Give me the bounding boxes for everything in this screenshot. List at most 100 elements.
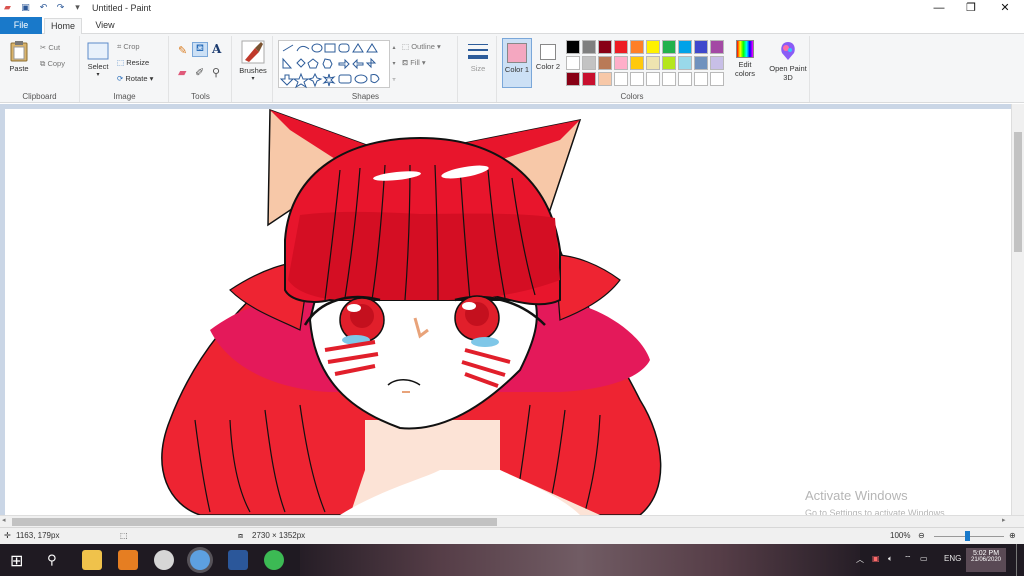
palette-swatch[interactable] xyxy=(630,72,644,86)
palette-swatch[interactable] xyxy=(614,72,628,86)
resize-icon: ⬚ xyxy=(117,58,125,67)
vertical-scrollbar[interactable] xyxy=(1011,104,1024,515)
color-picker-icon[interactable]: ✐ xyxy=(195,66,204,79)
eraser-icon[interactable]: ▰ xyxy=(178,66,186,79)
shapes-gallery-icons xyxy=(279,43,380,89)
resize-button[interactable]: ⬚ Resize xyxy=(117,58,149,67)
scroll-left-icon[interactable]: ◂ xyxy=(2,516,6,524)
open-paint3d-button[interactable]: Open Paint 3D xyxy=(768,40,808,82)
color2-button[interactable]: Color 2 xyxy=(534,38,562,88)
palette-swatch[interactable] xyxy=(662,56,676,70)
palette-swatch[interactable] xyxy=(694,72,708,86)
vertical-scroll-thumb[interactable] xyxy=(1014,132,1022,252)
outline-button[interactable]: ⬚ Outline ▾ xyxy=(402,42,441,51)
undo-icon[interactable]: ↶ xyxy=(38,2,49,13)
outline-label: Outline xyxy=(411,42,435,51)
palette-swatch[interactable] xyxy=(662,40,676,54)
color1-button[interactable]: Color 1 xyxy=(502,38,532,88)
brushes-button[interactable]: Brushes ▾ xyxy=(236,40,270,82)
paste-button[interactable]: Paste xyxy=(6,40,32,73)
horizontal-scroll-thumb[interactable] xyxy=(12,518,497,526)
palette-swatch[interactable] xyxy=(694,56,708,70)
palette-swatch[interactable] xyxy=(614,40,628,54)
paint-active-icon[interactable] xyxy=(190,550,210,570)
palette-swatch[interactable] xyxy=(646,72,660,86)
palette-swatch[interactable] xyxy=(710,56,724,70)
edit-colors-button[interactable]: Edit colors xyxy=(730,40,760,78)
palette-swatch[interactable] xyxy=(646,56,660,70)
palette-swatch[interactable] xyxy=(646,40,660,54)
customize-qat-icon[interactable]: ▾ xyxy=(72,2,83,13)
language-indicator[interactable]: ENG xyxy=(944,554,961,563)
select-dropdown-icon[interactable]: ▾ xyxy=(84,71,112,78)
minimize-icon[interactable]: — xyxy=(922,0,956,17)
tab-file[interactable]: File xyxy=(0,17,42,34)
palette-swatch[interactable] xyxy=(582,56,596,70)
palette-swatch[interactable] xyxy=(598,72,612,86)
palette-swatch[interactable] xyxy=(678,56,692,70)
word-icon[interactable] xyxy=(228,550,248,570)
drawing-canvas[interactable] xyxy=(5,109,1011,515)
palette-swatch[interactable] xyxy=(678,72,692,86)
file-explorer-icon[interactable] xyxy=(82,550,102,570)
window-title: Untitled - Paint xyxy=(92,3,152,13)
chrome-icon[interactable] xyxy=(264,550,284,570)
palette-swatch[interactable] xyxy=(566,56,580,70)
palette-swatch[interactable] xyxy=(614,56,628,70)
rotate-button[interactable]: ⟳ Rotate ▾ xyxy=(117,74,153,83)
palette-swatch[interactable] xyxy=(710,72,724,86)
palette-swatch[interactable] xyxy=(598,40,612,54)
colors-group: Color 1 Color 2 Edit colors Colors xyxy=(500,36,764,102)
paint-taskbar-icon[interactable] xyxy=(154,550,174,570)
shapes-gallery[interactable] xyxy=(278,40,390,89)
brushes-label: Brushes xyxy=(239,66,267,75)
pencil-icon[interactable]: ✎ xyxy=(178,44,187,57)
palette-swatch[interactable] xyxy=(598,56,612,70)
battery-icon[interactable]: ▭ xyxy=(920,554,928,563)
zoom-out-icon[interactable]: ⊖ xyxy=(918,531,925,540)
palette-swatch[interactable] xyxy=(678,40,692,54)
magnifier-icon[interactable]: ⚲ xyxy=(212,66,220,79)
zoom-in-icon[interactable]: ⊕ xyxy=(1009,531,1016,540)
media-app-icon[interactable] xyxy=(118,550,138,570)
tray-chevron-icon[interactable]: ︿ xyxy=(856,554,864,565)
shapes-scroll[interactable]: ▴ ▾ ▿ xyxy=(390,40,398,88)
close-icon[interactable]: ✕ xyxy=(988,0,1022,17)
tray-app-icon[interactable]: ▣ xyxy=(872,554,880,563)
redo-icon[interactable]: ↷ xyxy=(55,2,66,13)
palette-swatch[interactable] xyxy=(710,40,724,54)
search-icon[interactable]: ⚲ xyxy=(47,552,57,568)
select-button[interactable]: Select ▾ xyxy=(84,42,112,78)
palette-swatch[interactable] xyxy=(566,72,580,86)
cut-button[interactable]: ✂ Cut xyxy=(40,43,60,52)
restore-icon[interactable]: ❐ xyxy=(954,0,988,17)
size-button[interactable]: Size xyxy=(463,42,493,73)
scroll-right-icon[interactable]: ▸ xyxy=(1002,516,1006,524)
tab-home[interactable]: Home xyxy=(44,18,82,34)
copy-button[interactable]: ⧉ Copy xyxy=(40,59,65,69)
line-size-icon xyxy=(468,44,488,59)
volume-icon[interactable]: 🔈︎ xyxy=(888,554,893,564)
crop-button[interactable]: ⌗ Crop xyxy=(117,42,140,52)
palette-swatch[interactable] xyxy=(662,72,676,86)
copy-icon: ⧉ xyxy=(40,59,46,68)
network-icon[interactable]: ⌔ xyxy=(904,554,912,564)
save-icon[interactable]: ▣ xyxy=(20,2,31,13)
show-desktop-button[interactable] xyxy=(1016,544,1024,576)
fill-button[interactable]: ⛾ Fill ▾ xyxy=(402,58,426,68)
clock-area[interactable]: 5:02 PM 21/06/2020 xyxy=(966,548,1006,572)
palette-swatch[interactable] xyxy=(566,40,580,54)
fill-bucket-icon[interactable]: ⛾ xyxy=(192,42,208,57)
cut-label: Cut xyxy=(48,43,61,52)
palette-swatch[interactable] xyxy=(582,72,596,86)
palette-swatch[interactable] xyxy=(694,40,708,54)
zoom-slider-thumb[interactable] xyxy=(965,531,970,541)
windows-start-icon[interactable]: ⊞ xyxy=(10,551,23,571)
select-rectangle-icon xyxy=(87,42,109,60)
text-tool-icon[interactable]: A xyxy=(212,42,221,56)
palette-swatch[interactable] xyxy=(630,40,644,54)
tab-view[interactable]: View xyxy=(86,18,124,34)
palette-swatch[interactable] xyxy=(630,56,644,70)
palette-swatch[interactable] xyxy=(582,40,596,54)
horizontal-scrollbar[interactable]: ◂ ▸ xyxy=(0,515,1024,527)
